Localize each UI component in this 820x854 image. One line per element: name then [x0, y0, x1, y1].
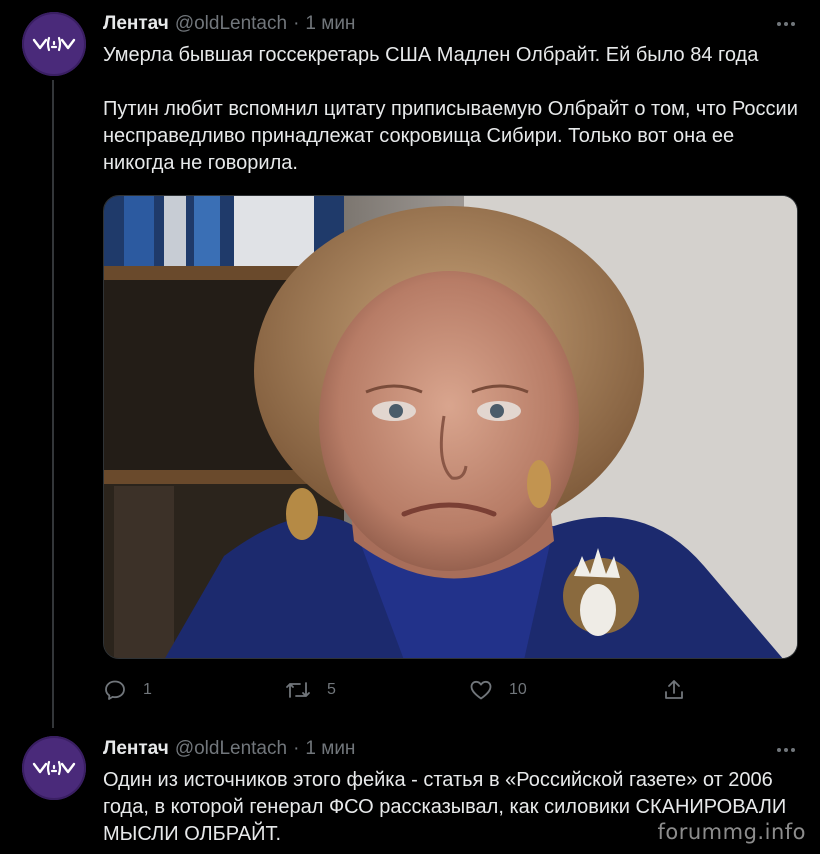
retweet-icon	[286, 682, 310, 698]
reply-count: 1	[143, 681, 152, 698]
author-handle[interactable]: @oldLentach	[175, 13, 287, 35]
more-dots-icon	[777, 22, 795, 26]
timeline: Лентач @oldLentach · 1 мин Умерла бывшая…	[0, 0, 820, 854]
shrug-logo-icon	[32, 36, 76, 52]
timestamp[interactable]: 1 мин	[305, 738, 355, 760]
separator-dot: ·	[293, 13, 300, 34]
tweet-paragraph: Путин любит вспомнил цитату приписываему…	[103, 98, 798, 174]
retweet-count: 5	[327, 681, 336, 698]
tweet-paragraph: Умерла бывшая госсекретарь США Мадлен Ол…	[103, 44, 759, 66]
author-name[interactable]: Лентач	[103, 738, 169, 760]
more-options-button[interactable]	[774, 12, 798, 36]
tweet-text: Умерла бывшая госсекретарь США Мадлен Ол…	[103, 42, 803, 177]
like-count: 10	[509, 681, 527, 698]
like-button[interactable]: 10	[469, 676, 527, 704]
author-handle[interactable]: @oldLentach	[175, 738, 287, 760]
shrug-logo-icon	[32, 760, 76, 776]
heart-icon	[470, 680, 492, 700]
avatar[interactable]	[22, 12, 86, 76]
tweet-header: Лентач @oldLentach · 1 мин	[103, 738, 355, 760]
photo-portrait	[104, 196, 797, 658]
timestamp[interactable]: 1 мин	[305, 13, 355, 35]
author-name[interactable]: Лентач	[103, 13, 169, 35]
reply-icon	[105, 680, 125, 700]
tweet-photo[interactable]	[103, 195, 798, 659]
separator-dot: ·	[293, 738, 300, 759]
watermark: forummg.info	[657, 820, 806, 844]
reply-button[interactable]: 1	[103, 676, 152, 704]
more-dots-icon	[777, 748, 795, 752]
share-icon	[665, 680, 683, 699]
tweet-actions: 1 5 10	[103, 676, 703, 704]
more-options-button[interactable]	[774, 738, 798, 762]
tweet[interactable]: Лентач @oldLentach · 1 мин Умерла бывшая…	[0, 0, 820, 720]
retweet-button[interactable]: 5	[285, 676, 336, 704]
share-button[interactable]	[662, 676, 686, 704]
avatar[interactable]	[22, 736, 86, 800]
tweet-header: Лентач @oldLentach · 1 мин	[103, 13, 355, 35]
